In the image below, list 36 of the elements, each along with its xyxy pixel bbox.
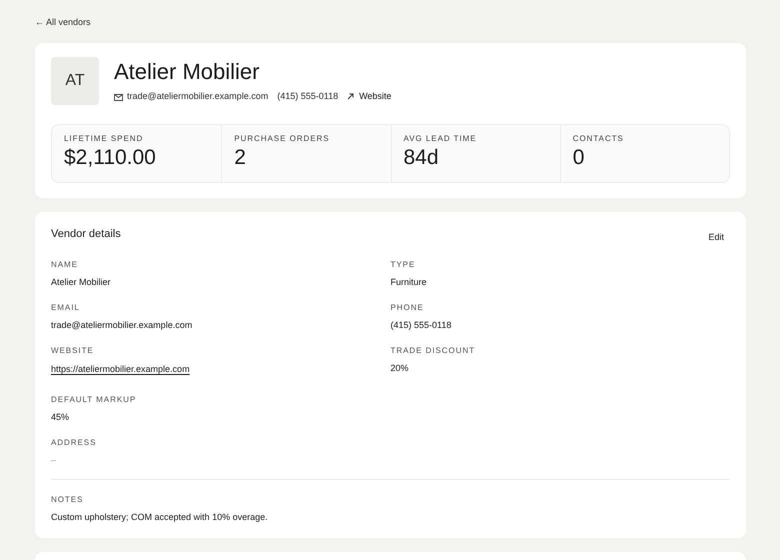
field-label: ADDRESS: [51, 438, 98, 448]
field-value: Atelier Mobilier: [51, 276, 112, 288]
field-label: TYPE: [390, 260, 416, 270]
stat-value: 0: [572, 145, 586, 171]
field-value: Furniture: [390, 276, 428, 288]
section-title: Vendor details: [51, 227, 121, 241]
stat-label: CONTACTS: [572, 134, 625, 144]
website-link[interactable]: Website: [347, 90, 392, 104]
field-label: DEFAULT MARKUP: [51, 394, 138, 404]
field-value: –: [51, 454, 58, 466]
back-link[interactable]: ← All vendors: [35, 15, 745, 30]
vendor-name: Atelier Mobilier: [114, 58, 260, 86]
field-label: TRADE DISCOUNT: [390, 346, 476, 356]
field-label: WEBSITE: [51, 346, 95, 356]
field-value: trade@ateliermobilier.example.com: [51, 318, 194, 330]
edit-button[interactable]: Edit: [708, 231, 724, 244]
stat-value: 84d: [404, 145, 440, 171]
field-value: 45%: [51, 410, 70, 422]
vendor-phone: (415) 555-0118: [277, 90, 338, 103]
stat-label: PURCHASE ORDERS: [234, 134, 331, 144]
field-value: (415) 555-0118: [390, 318, 452, 330]
field-value: 20%: [390, 362, 410, 374]
notes-text: Custom upholstery; COM accepted with 10% overage.: [51, 510, 269, 522]
stat-value: 2: [234, 145, 247, 171]
field-label: NAME: [51, 260, 79, 270]
website-url-link[interactable]: https://ateliermobilier.example.com: [51, 362, 190, 374]
arrow-icon: [347, 93, 354, 100]
stat-value: $2,110.00: [64, 145, 157, 171]
field-label: EMAIL: [51, 302, 81, 312]
avatar-initials: AT: [51, 57, 99, 105]
stat-label: LIFETIME SPEND: [64, 134, 144, 144]
stat-label: AVG LEAD TIME: [404, 134, 478, 144]
mail-icon: [114, 92, 123, 101]
field-label: PHONE: [390, 302, 425, 312]
vendor-email: trade@ateliermobilier.example.com: [127, 90, 268, 103]
field-label: NOTES: [51, 494, 84, 504]
